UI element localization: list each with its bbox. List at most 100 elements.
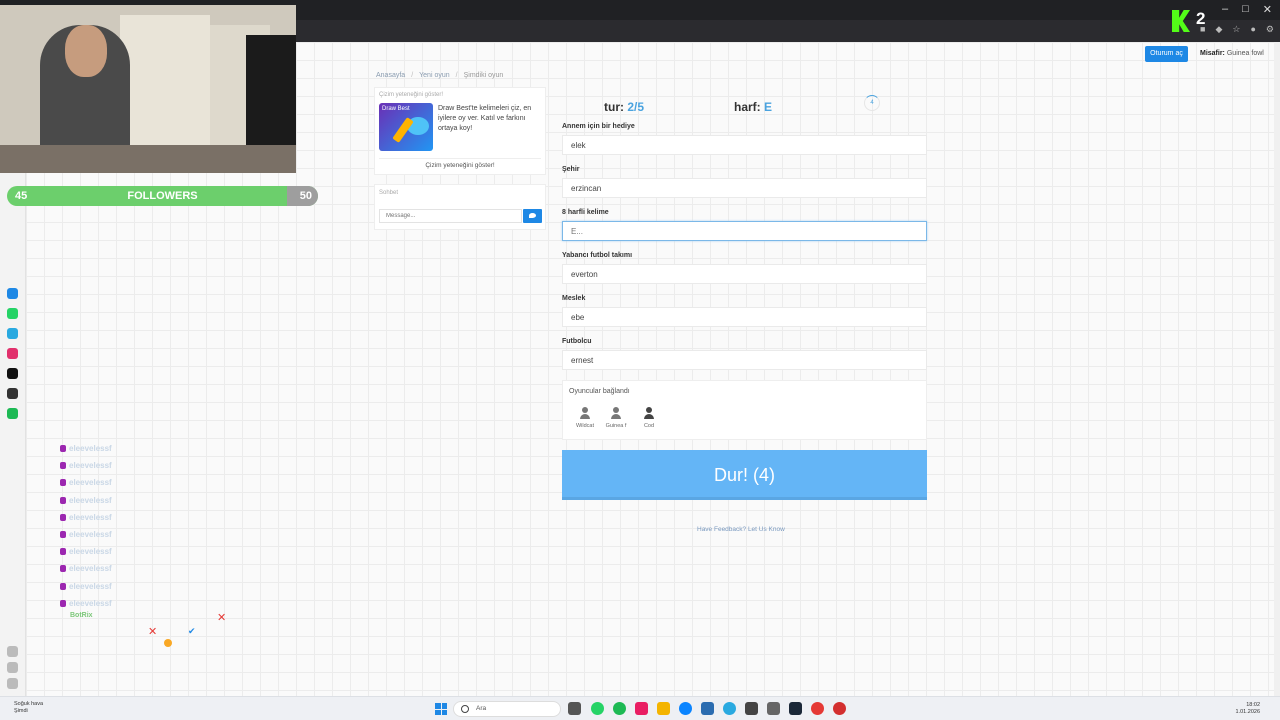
taskbar: Soğuk hava Şimdi Ara 18:02 1.01.2026 bbox=[0, 696, 1280, 720]
file-explorer-icon[interactable] bbox=[657, 702, 670, 715]
steam-icon[interactable] bbox=[789, 702, 802, 715]
social-handle: eleevelessf bbox=[69, 564, 112, 574]
close-icon[interactable]: ✕ bbox=[1263, 3, 1272, 16]
weather-widget[interactable]: Soğuk hava Şimdi bbox=[14, 701, 43, 715]
social-handle: eleevelessf bbox=[69, 581, 112, 591]
field-label-profession: Meslek bbox=[562, 295, 586, 302]
kick-icon bbox=[60, 513, 66, 521]
field-input-foreign-team[interactable] bbox=[562, 264, 927, 284]
share-icon[interactable]: ◆ bbox=[1215, 24, 1222, 35]
guest-label: Misafir: Guinea fowl bbox=[1200, 50, 1264, 57]
cross-icon: ✕ bbox=[148, 626, 158, 638]
photos-icon[interactable] bbox=[635, 702, 648, 715]
guest-name: Guinea fowl bbox=[1226, 50, 1264, 57]
taskbar-clock[interactable]: 18:02 1.01.2026 bbox=[1236, 702, 1260, 716]
kick-icon bbox=[60, 599, 66, 607]
field-input-footballer[interactable] bbox=[562, 350, 927, 370]
field-input-8-letter-word[interactable] bbox=[562, 221, 927, 241]
whatsapp-icon[interactable] bbox=[591, 702, 604, 715]
window-controls: – □ ✕ bbox=[1222, 3, 1272, 16]
social-row: eleevelessf bbox=[60, 543, 112, 560]
opera-icon[interactable] bbox=[833, 702, 846, 715]
browser-extension-icons: ■ ◆ ☆ ● ⚙ bbox=[1200, 24, 1274, 35]
social-handle: eleevelessf bbox=[69, 530, 112, 540]
field-label-city: Şehir bbox=[562, 166, 580, 173]
task-view-icon[interactable] bbox=[568, 702, 581, 715]
scrollbar[interactable] bbox=[1274, 42, 1280, 696]
social-handle: eleevelessf bbox=[69, 512, 112, 522]
webcam-overlay bbox=[0, 5, 296, 173]
round-value: 2/5 bbox=[627, 100, 645, 114]
field-input-city[interactable] bbox=[562, 178, 927, 198]
whatsapp-icon[interactable] bbox=[7, 308, 18, 319]
chat-input[interactable] bbox=[379, 209, 522, 223]
field-label-gift: Annem için bir hediye bbox=[562, 123, 635, 130]
letter-indicator: harf: E bbox=[734, 100, 772, 114]
followers-goal: 50 bbox=[299, 190, 312, 202]
kick-icon bbox=[60, 479, 66, 487]
social-row: eleevelessf bbox=[60, 440, 112, 457]
clock-time: 18:02 bbox=[1246, 702, 1260, 708]
tiktok-icon[interactable] bbox=[7, 368, 18, 379]
social-handle-list: eleevelessf eleevelessf eleevelessf elee… bbox=[60, 440, 112, 612]
breadcrumb: Anasayfa / Yeni oyun / Şimdiki oyun bbox=[376, 72, 503, 79]
windows-start-icon[interactable] bbox=[435, 703, 447, 715]
settings-icon[interactable]: ⚙ bbox=[1266, 24, 1274, 35]
promo-button[interactable]: Çizim yeteneğini göster! bbox=[379, 158, 541, 171]
kick-icon bbox=[60, 462, 66, 470]
breadcrumb-new-game[interactable]: Yeni oyun bbox=[419, 72, 450, 79]
social-row: eleevelessf bbox=[60, 457, 112, 474]
social-row: eleevelessf bbox=[60, 474, 112, 491]
spotify-icon[interactable] bbox=[7, 408, 18, 419]
field-input-profession[interactable] bbox=[562, 307, 927, 327]
login-button[interactable]: Oturum aç bbox=[1145, 46, 1188, 62]
clock-date: 1.01.2026 bbox=[1235, 709, 1260, 715]
lock-icon[interactable]: ● bbox=[1250, 24, 1255, 35]
social-row: eleevelessf bbox=[60, 526, 112, 543]
instagram-icon[interactable] bbox=[7, 348, 18, 359]
user-icon bbox=[609, 406, 623, 420]
maximize-icon[interactable]: □ bbox=[1242, 3, 1249, 16]
stop-button[interactable]: Dur! (4) bbox=[562, 450, 927, 500]
bookmark-icon[interactable]: ☆ bbox=[1232, 24, 1240, 35]
spotify-icon[interactable] bbox=[613, 702, 626, 715]
edge-icon[interactable] bbox=[679, 702, 692, 715]
social-handle: eleevelessf bbox=[69, 461, 112, 471]
minimize-icon[interactable]: – bbox=[1222, 3, 1228, 16]
timer-icon: 4 bbox=[864, 95, 880, 111]
kick-icon bbox=[60, 496, 66, 504]
history-icon[interactable] bbox=[7, 662, 18, 673]
chrome-icon[interactable] bbox=[811, 702, 824, 715]
more-icon[interactable] bbox=[7, 678, 18, 689]
store-icon[interactable] bbox=[701, 702, 714, 715]
app-icon[interactable] bbox=[767, 702, 780, 715]
x-icon[interactable] bbox=[7, 388, 18, 399]
social-handle: eleevelessf bbox=[69, 495, 112, 505]
heart-icon[interactable] bbox=[7, 646, 18, 657]
social-row: eleevelessf bbox=[60, 509, 112, 526]
chat-header: Sohbet bbox=[379, 190, 399, 196]
taskbar-search[interactable]: Ara bbox=[453, 701, 561, 717]
chat-panel: Sohbet bbox=[374, 184, 546, 230]
promo-image-label: Draw Best bbox=[382, 106, 410, 112]
social-row: eleevelessf bbox=[60, 578, 112, 595]
player-item: Cod bbox=[629, 406, 669, 429]
social-handle: eleevelessf bbox=[69, 478, 112, 488]
desk bbox=[0, 145, 296, 173]
breadcrumb-home[interactable]: Anasayfa bbox=[376, 72, 405, 79]
promo-text: Draw Best'te kelimeleri çiz, en iyilere … bbox=[438, 105, 532, 132]
promo-image[interactable]: Draw Best bbox=[379, 103, 433, 151]
social-row: eleevelessf bbox=[60, 560, 112, 577]
bot-label: BotRix bbox=[70, 612, 93, 619]
telegram-icon[interactable] bbox=[7, 328, 18, 339]
telegram-icon[interactable] bbox=[723, 702, 736, 715]
field-input-gift[interactable] bbox=[562, 135, 927, 155]
feedback-link[interactable]: Have Feedback? Let Us Know bbox=[697, 526, 785, 533]
messenger-icon[interactable] bbox=[7, 288, 18, 299]
weather-sub: Şimdi bbox=[14, 708, 28, 714]
obs-icon[interactable] bbox=[745, 702, 758, 715]
promo-header: Çizim yeteneğini göster! bbox=[379, 92, 444, 98]
player-name: Cod bbox=[643, 423, 655, 429]
cross-icon: ✕ bbox=[217, 612, 227, 624]
send-icon[interactable] bbox=[523, 209, 542, 223]
